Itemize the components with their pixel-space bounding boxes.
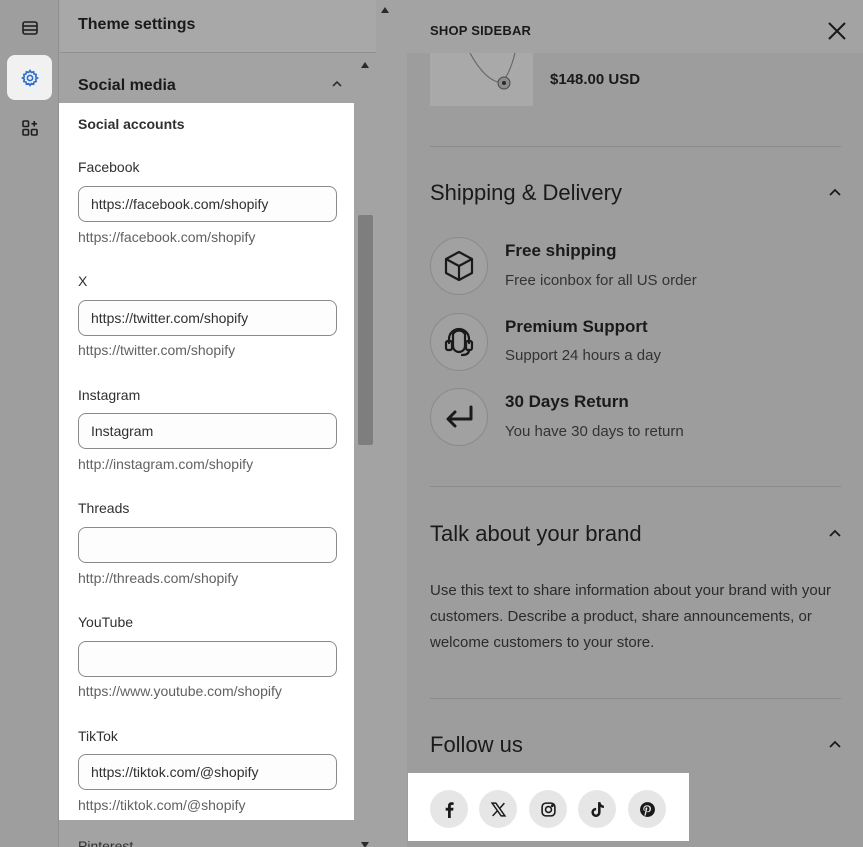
follow-accordion-title[interactable]: Follow us (430, 732, 523, 758)
scroll-up-arrow-icon[interactable] (361, 62, 369, 68)
section-title: Social media (78, 77, 176, 94)
feature-subtitle: Support 24 hours a day (505, 347, 661, 364)
facebook-link[interactable] (430, 790, 468, 828)
feature-title: Free shipping (505, 241, 617, 260)
feature-icon-circle (430, 313, 488, 371)
youtube-help: https://www.youtube.com/shopify (78, 683, 282, 699)
divider (430, 698, 841, 699)
apps-icon (21, 119, 38, 136)
chevron-up-icon[interactable] (829, 187, 841, 199)
sidebar-header: SHOP SIDEBAR (407, 8, 863, 53)
divider (430, 486, 841, 487)
x-label: X (78, 273, 88, 289)
x-field[interactable] (78, 300, 337, 336)
storefront-preview: SHOP SIDEBAR $148.00 USD Shipping & Deli… (407, 8, 863, 847)
outer-scroll-up-arrow-icon[interactable] (381, 7, 389, 13)
settings-button[interactable] (7, 55, 52, 100)
youtube-field[interactable] (78, 641, 337, 677)
threads-help: http://threads.com/shopify (78, 570, 239, 586)
feature-subtitle: You have 30 days to return (505, 423, 684, 440)
chevron-up-icon[interactable] (829, 528, 841, 540)
return-arrow-icon (446, 405, 473, 428)
threads-field[interactable] (78, 527, 337, 563)
divider (430, 146, 841, 147)
panel-title: Theme settings (78, 16, 196, 33)
facebook-icon (445, 801, 454, 818)
feature-title: 30 Days Return (505, 392, 629, 411)
feature-icon-circle (430, 237, 488, 295)
social-icons-row (408, 773, 689, 841)
tiktok-icon (590, 801, 604, 817)
instagram-label: Instagram (78, 387, 141, 403)
x-link[interactable] (479, 790, 517, 828)
apps-button[interactable] (7, 105, 52, 150)
necklace-pendant-icon (469, 52, 516, 90)
social-accounts-form: Social accounts Facebook https://faceboo… (59, 103, 354, 820)
pinterest-label: Pinterest (78, 838, 134, 847)
pinterest-icon (639, 801, 655, 817)
product-image[interactable] (430, 52, 533, 106)
feature-subtitle: Free iconbox for all US order (505, 272, 697, 289)
scroll-down-arrow-icon[interactable] (361, 842, 369, 847)
pinterest-link[interactable] (628, 790, 666, 828)
settings-gear-icon (20, 68, 39, 87)
brand-description: Use this text to share information about… (430, 582, 832, 651)
youtube-label: YouTube (78, 614, 134, 630)
sections-button[interactable] (7, 5, 52, 50)
sidebar-title: SHOP SIDEBAR (430, 23, 532, 38)
product-price: $148.00 USD (550, 71, 641, 88)
panel-scrollbar[interactable] (356, 55, 376, 847)
close-icon[interactable] (827, 21, 847, 41)
x-help: https://twitter.com/shopify (78, 342, 236, 358)
tiktok-label: TikTok (78, 728, 118, 744)
instagram-field[interactable] (78, 413, 337, 449)
facebook-label: Facebook (78, 159, 140, 175)
chevron-up-icon (332, 80, 342, 87)
facebook-help: https://facebook.com/shopify (78, 229, 256, 245)
headset-icon (444, 327, 474, 357)
x-icon (490, 801, 506, 817)
chevron-up-icon[interactable] (829, 739, 841, 751)
shipping-accordion-title[interactable]: Shipping & Delivery (430, 180, 622, 206)
threads-label: Threads (78, 500, 130, 516)
instagram-icon (540, 801, 556, 817)
feature-icon-circle (430, 388, 488, 446)
tiktok-help: https://tiktok.com/@shopify (78, 797, 246, 813)
brand-accordion-title[interactable]: Talk about your brand (430, 521, 642, 547)
feature-title: Premium Support (505, 317, 648, 336)
box-icon (444, 250, 474, 282)
facebook-field[interactable] (78, 186, 337, 222)
sections-icon (21, 20, 38, 35)
scrollbar-thumb[interactable] (358, 215, 373, 445)
tiktok-link[interactable] (578, 790, 616, 828)
instagram-link[interactable] (529, 790, 567, 828)
social-media-section-header[interactable]: Social media (60, 60, 354, 103)
instagram-help: http://instagram.com/shopify (78, 456, 254, 472)
panel-header: Theme settings (60, 0, 376, 53)
tiktok-field[interactable] (78, 754, 337, 790)
icon-rail (0, 0, 59, 847)
social-accounts-heading: Social accounts (78, 116, 185, 132)
